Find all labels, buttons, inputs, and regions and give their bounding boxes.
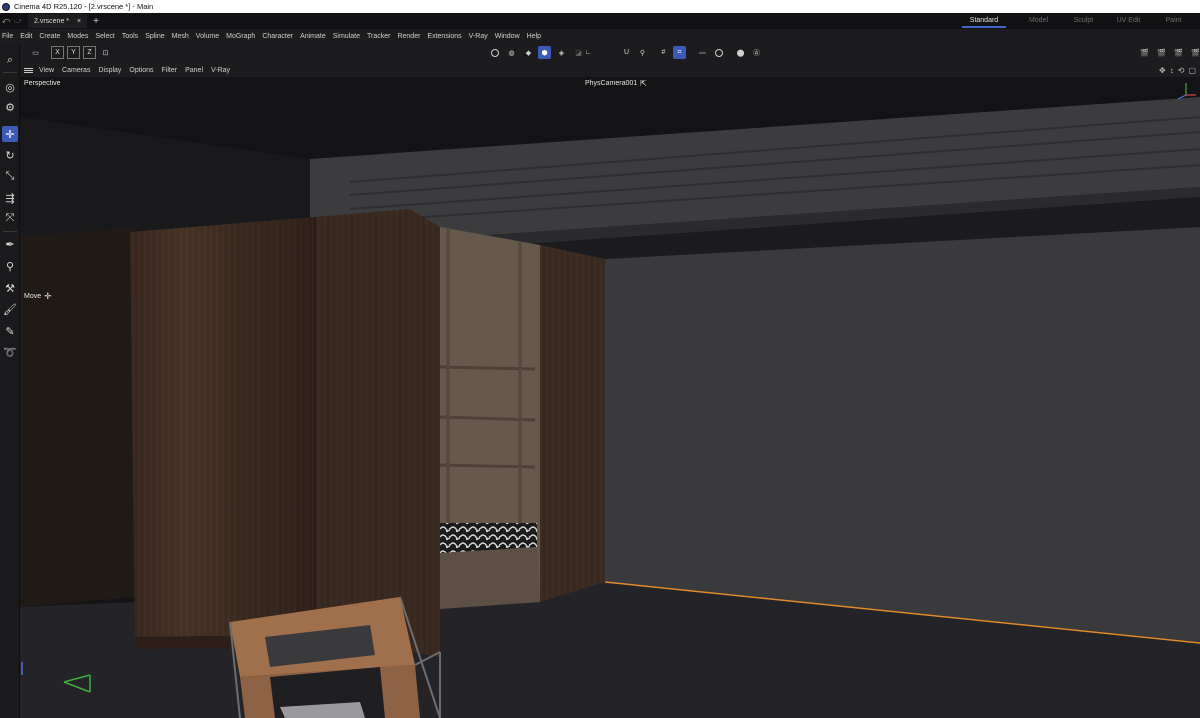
render-settings-icon[interactable]: 🎬: [1189, 46, 1200, 59]
live-selection-icon[interactable]: ◎: [2, 79, 18, 95]
menu-mesh[interactable]: Mesh: [172, 33, 189, 40]
y-axis-lock-button[interactable]: Y: [67, 46, 80, 59]
tool-hint-label: Move: [24, 293, 42, 300]
menu-file[interactable]: File: [2, 33, 13, 40]
paint-brush-icon[interactable]: 🖌: [2, 301, 18, 317]
render-to-picture-viewer-icon[interactable]: 🎬: [1172, 46, 1185, 59]
magnet-icon[interactable]: ⚲: [2, 258, 18, 274]
viewport-menubar: View Cameras Display Options Filter Pane…: [20, 64, 1200, 77]
menu-create[interactable]: Create: [39, 33, 60, 40]
cinema4d-logo-icon: [2, 2, 10, 11]
tweak-icon[interactable]: ⚙: [2, 99, 18, 115]
search-icon[interactable]: ⌕: [2, 52, 18, 68]
auto-keyframe-icon[interactable]: Ⓐ: [750, 46, 763, 59]
main-toolbar: ▭ X Y Z ⊡ ◍ ◆ ⬢ ◈ ◪ ∟ U ⚲ # ⌗ ▬ ⬤ Ⓐ 🎬 🎬 …: [22, 44, 1200, 64]
menu-tools[interactable]: Tools: [122, 33, 138, 40]
layout-tab-model[interactable]: Model: [1016, 14, 1061, 28]
locked-workplane-icon[interactable]: ▬: [696, 46, 709, 59]
menu-animate[interactable]: Animate: [300, 33, 326, 40]
menu-volume[interactable]: Volume: [196, 33, 219, 40]
menu-select[interactable]: Select: [95, 33, 114, 40]
viewport-menu-vray[interactable]: V-Ray: [211, 67, 230, 74]
close-tab-icon[interactable]: ×: [77, 18, 81, 25]
layout-switcher: Standard Model Sculpt UV Edit Paint: [962, 13, 1196, 29]
workplane-icon[interactable]: ∟: [578, 46, 598, 59]
menu-spline[interactable]: Spline: [145, 33, 164, 40]
pan-view-icon[interactable]: ✥: [1159, 66, 1166, 75]
menu-character[interactable]: Character: [262, 33, 293, 40]
menu-render[interactable]: Render: [397, 33, 420, 40]
scale-tool-icon[interactable]: ⤡: [2, 168, 18, 184]
menu-vray[interactable]: V-Ray: [469, 33, 488, 40]
render-active-view-icon[interactable]: 🎬: [1155, 46, 1168, 59]
points-mode-icon[interactable]: [488, 46, 501, 59]
viewport-menu-options[interactable]: Options: [129, 67, 153, 74]
tab-document-label: 2.vrscene *: [34, 17, 70, 25]
toggle-view-icon[interactable]: ▢: [1188, 66, 1196, 75]
zoom-view-icon[interactable]: ↕: [1170, 66, 1174, 75]
menu-tracker[interactable]: Tracker: [367, 33, 390, 40]
x-axis-lock-button[interactable]: X: [51, 46, 64, 59]
z-axis-lock-button[interactable]: Z: [83, 46, 96, 59]
coordinate-tool-icon[interactable]: ⤧: [2, 210, 18, 226]
layout-tab-paint[interactable]: Paint: [1151, 14, 1196, 28]
transfer-tool-icon[interactable]: ⇶: [2, 190, 18, 206]
add-tab-button[interactable]: +: [93, 16, 99, 27]
tool-palette: ⌕ ◎ ⚙ ✛ ↻ ⤡ ⇶ ⤧ ✒ ⚲ ⚒ 🖌 ✎ ➰: [0, 44, 20, 718]
menu-extensions[interactable]: Extensions: [427, 33, 461, 40]
polygons-mode-icon[interactable]: ◆: [522, 46, 535, 59]
viewport-menu-display[interactable]: Display: [98, 67, 121, 74]
edges-mode-icon[interactable]: ◍: [505, 46, 518, 59]
hamburger-menu-icon[interactable]: [24, 68, 33, 73]
render-region-icon[interactable]: 🎬: [1138, 46, 1151, 59]
coordinate-system-icon[interactable]: ⊡: [99, 46, 112, 59]
move-tool-icon[interactable]: ✛: [2, 126, 18, 142]
window-titlebar: Cinema 4D R25.120 - [2.vrscene *] - Main: [0, 0, 1200, 13]
snap-grid-icon[interactable]: #: [657, 46, 670, 59]
model-mode-icon[interactable]: ⬢: [538, 46, 551, 59]
scene-render: [20, 77, 1200, 718]
tab-document[interactable]: 2.vrscene * ×: [28, 14, 88, 28]
knife-icon[interactable]: ⚒: [2, 280, 18, 296]
layout-tab-uv-edit[interactable]: UV Edit: [1106, 14, 1151, 28]
viewport-nav-icons: ✥ ↕ ⟲ ▢: [1159, 66, 1196, 75]
document-tabbar: ⤺ ⤻ 2.vrscene * × + Standard Model Sculp…: [0, 13, 1200, 29]
viewport-projection-label[interactable]: Perspective: [24, 80, 61, 87]
viewport-menu-view[interactable]: View: [39, 67, 54, 74]
move-cursor-icon: ✛: [44, 291, 52, 301]
viewport-menu-panel[interactable]: Panel: [185, 67, 203, 74]
menu-simulate[interactable]: Simulate: [333, 33, 360, 40]
menu-help[interactable]: Help: [527, 33, 541, 40]
pen-icon[interactable]: ✎: [2, 323, 18, 339]
menu-edit[interactable]: Edit: [20, 33, 32, 40]
render-view-icon[interactable]: ▭: [29, 46, 42, 59]
snap-enable-icon[interactable]: ⌗: [673, 46, 686, 59]
viewport-menu-filter[interactable]: Filter: [162, 67, 178, 74]
rotate-tool-icon[interactable]: ↻: [2, 147, 18, 163]
rotate-view-icon[interactable]: ⟲: [1178, 66, 1185, 75]
menu-mograph[interactable]: MoGraph: [226, 33, 255, 40]
camera-link-icon[interactable]: ⇱: [640, 79, 647, 88]
sculpt-brush-icon[interactable]: ➰: [2, 344, 18, 360]
texture-mode-icon[interactable]: ◈: [555, 46, 568, 59]
viewport-menu-cameras[interactable]: Cameras: [62, 67, 90, 74]
main-menubar: File Edit Create Modes Select Tools Spli…: [0, 29, 1200, 43]
active-camera-label[interactable]: PhysCamera001: [585, 80, 637, 87]
enable-axis-icon[interactable]: ⚲: [636, 46, 649, 59]
layout-tab-standard[interactable]: Standard: [962, 14, 1006, 28]
menu-window[interactable]: Window: [495, 33, 520, 40]
solo-mode-icon[interactable]: [712, 46, 725, 59]
undo-icon[interactable]: ⤺: [0, 16, 12, 26]
perspective-viewport[interactable]: Perspective PhysCamera001 ⇱ Move ✛: [20, 77, 1200, 718]
viewport-solo-icon[interactable]: ⬤: [734, 46, 747, 59]
layout-tab-sculpt[interactable]: Sculpt: [1061, 14, 1106, 28]
spline-pen-icon[interactable]: ✒: [2, 236, 18, 252]
redo-icon[interactable]: ⤻: [12, 16, 24, 26]
menu-modes[interactable]: Modes: [67, 33, 88, 40]
magnet-snap-icon[interactable]: U: [620, 46, 633, 59]
window-title: Cinema 4D R25.120 - [2.vrscene *] - Main: [14, 2, 154, 11]
